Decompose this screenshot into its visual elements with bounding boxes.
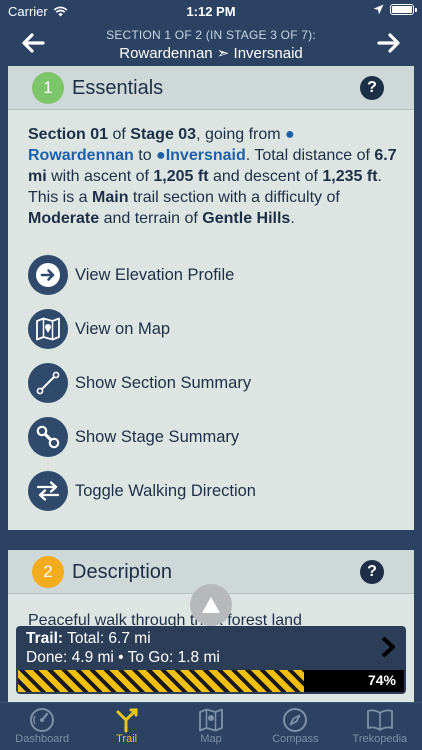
summary-descent: 1,235 ft: [322, 168, 378, 185]
toggle-walking-direction-button[interactable]: Toggle Walking Direction: [28, 470, 408, 512]
view-elevation-profile-button[interactable]: View Elevation Profile: [28, 254, 408, 296]
show-section-summary-label: Show Section Summary: [75, 373, 252, 392]
show-section-summary-button[interactable]: Show Section Summary: [28, 362, 408, 404]
summary-terrain: Gentle Hills: [202, 210, 291, 227]
show-stage-summary-label: Show Stage Summary: [75, 427, 240, 446]
show-stage-summary-button[interactable]: Show Stage Summary: [28, 416, 408, 458]
view-elevation-profile-label: View Elevation Profile: [75, 265, 235, 284]
tab-map[interactable]: Map: [169, 703, 253, 750]
summary-section: Section 01: [28, 126, 109, 143]
chevron-right-icon: [380, 636, 396, 663]
status-bar: Carrier 1:12 PM: [0, 0, 422, 22]
progress-fill: [18, 670, 304, 692]
progress-bar: 74%: [18, 670, 404, 692]
compass-icon: [282, 707, 308, 733]
tab-map-label: Map: [200, 733, 222, 745]
location-arrow-icon: [373, 4, 384, 15]
trail-total: Trail: Total: 6.7 mi: [26, 630, 151, 647]
essentials-help-button[interactable]: ?: [360, 76, 384, 100]
tab-bar: Dashboard Trail Map Compass Trekopedia: [0, 702, 422, 750]
trail-progress-panel[interactable]: Trail: Total: 6.7 mi Done: 4.9 mi • To G…: [16, 626, 406, 694]
summary-trail-type: Main: [92, 189, 129, 206]
scroll-top-button[interactable]: [190, 584, 232, 626]
book-icon: [366, 707, 394, 733]
clock: 1:12 PM: [186, 4, 236, 19]
tab-compass-label: Compass: [272, 733, 319, 745]
battery-icon: [390, 4, 417, 15]
section-position: SECTION 1 OF 2 (IN STAGE 3 OF 7):: [106, 28, 316, 42]
section-line-icon: [28, 363, 68, 403]
route-title: Rowardennan ➣ Inversnaid: [119, 45, 303, 62]
essentials-number-badge: 1: [32, 72, 64, 104]
tab-dashboard-label: Dashboard: [15, 733, 70, 745]
tab-trail-label: Trail: [116, 733, 138, 745]
summary-difficulty: Moderate: [28, 210, 100, 227]
summary-stage: Stage 03: [130, 126, 197, 143]
next-section-button[interactable]: [374, 28, 404, 58]
view-on-map-label: View on Map: [75, 319, 171, 338]
progress-percent: 74%: [367, 672, 396, 688]
arrow-right-icon: [28, 255, 68, 295]
arrow-right-icon: [377, 33, 400, 53]
trail-fork-icon: [114, 707, 140, 733]
section-summary-text: Section 01 of Stage 03, going from ● Row…: [28, 126, 397, 227]
location-dot-icon: ●: [156, 147, 166, 164]
toggle-walking-direction-label: Toggle Walking Direction: [75, 481, 256, 500]
map-icon: [198, 707, 224, 733]
essentials-header[interactable]: 1 Essentials ?: [8, 66, 414, 110]
view-on-map-button[interactable]: View on Map: [28, 308, 408, 350]
tab-compass[interactable]: Compass: [253, 703, 337, 750]
location-dot-icon: ●: [285, 126, 295, 143]
essentials-card: 1 Essentials ? Section 01 of Stage 03, g…: [8, 66, 414, 530]
trail-done-togo: Done: 4.9 mi • To Go: 1.8 mi: [26, 649, 220, 666]
map-icon: [28, 309, 68, 349]
description-number-badge: 2: [32, 556, 64, 588]
tab-trekopedia[interactable]: Trekopedia: [338, 703, 422, 750]
to-place-link[interactable]: Inversnaid: [166, 147, 246, 164]
tab-trekopedia-label: Trekopedia: [352, 733, 408, 745]
dashboard-gauge-icon: [29, 707, 55, 733]
swap-arrows-icon: [28, 471, 68, 511]
triangle-up-icon: [202, 597, 220, 613]
description-help-button[interactable]: ?: [360, 560, 384, 584]
from-place-link[interactable]: Rowardennan: [28, 147, 134, 164]
summary-ascent: 1,205 ft: [153, 168, 209, 185]
description-title: Description: [72, 561, 173, 583]
tab-dashboard[interactable]: Dashboard: [0, 703, 84, 750]
essentials-title: Essentials: [72, 77, 164, 99]
tab-trail[interactable]: Trail: [84, 703, 168, 750]
stage-link-icon: [28, 417, 68, 457]
nav-header: SECTION 1 OF 2 (IN STAGE 3 OF 7): Roward…: [0, 22, 422, 66]
